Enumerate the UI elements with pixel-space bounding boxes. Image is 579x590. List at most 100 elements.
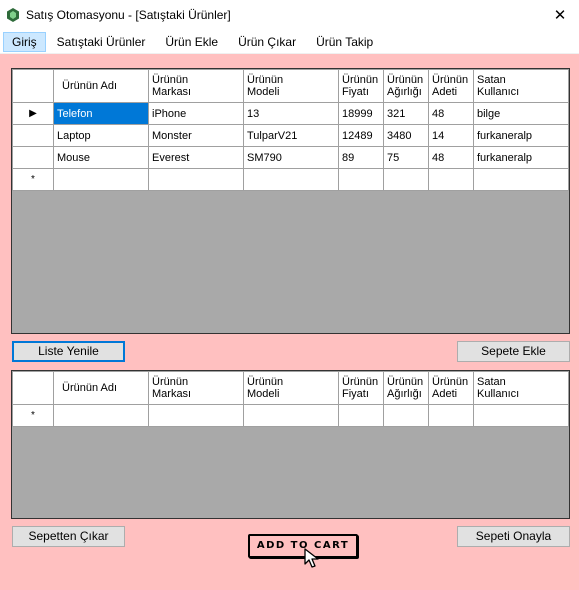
column-header-label: Satan xyxy=(477,376,506,388)
table-cell[interactable] xyxy=(53,404,149,427)
table-cell[interactable]: Laptop xyxy=(53,124,149,147)
table-cell[interactable]: bilge xyxy=(473,102,569,125)
column-header-name[interactable]: Ürünün Adı xyxy=(53,371,149,405)
cart-grid[interactable]: Ürünün Adı Ürünün Markası Ürünün Modeli Ür… xyxy=(11,370,570,519)
column-header-model[interactable]: Ürünün Modeli xyxy=(243,69,339,103)
column-header-price[interactable]: Ürünün Fiyatı xyxy=(338,371,384,405)
table-cell[interactable]: 12489 xyxy=(338,124,384,147)
add-to-cart-button[interactable]: Sepete Ekle xyxy=(457,341,570,362)
column-header-label: Fiyatı xyxy=(342,86,369,98)
column-header-label: Ürünün xyxy=(432,74,469,86)
column-header-count[interactable]: Ürünün Adeti xyxy=(428,69,474,103)
column-header-weight[interactable]: Ürünün Ağırlığı xyxy=(383,371,429,405)
menu-item-urun-cikar[interactable]: Ürün Çıkar xyxy=(229,32,305,52)
column-header-label: Satan xyxy=(477,74,506,86)
row-header[interactable] xyxy=(12,124,54,147)
table-row[interactable]: Laptop Monster TulparV21 12489 3480 14 f… xyxy=(12,124,569,147)
add-to-cart-image-button[interactable]: ADD TO CART xyxy=(248,534,358,574)
products-grid[interactable]: Ürünün Adı Ürünün Markası Ürünün Modeli Ür… xyxy=(11,68,570,334)
table-cell[interactable]: furkaneralp xyxy=(473,124,569,147)
column-header-brand[interactable]: Ürünün Markası xyxy=(148,371,244,405)
menu-bar: Giriş Satıştaki Ürünler Ürün Ekle Ürün Ç… xyxy=(0,30,579,54)
column-header-label: Ürünün xyxy=(342,376,379,388)
add-to-cart-image-label: ADD TO CART xyxy=(248,534,358,558)
column-header-label: Ürünün xyxy=(387,74,424,86)
new-row-marker[interactable]: * xyxy=(12,168,54,191)
cart-header-row: Ürünün Adı Ürünün Markası Ürünün Modeli Ür… xyxy=(12,371,569,405)
table-cell[interactable] xyxy=(148,404,244,427)
table-cell[interactable] xyxy=(383,168,429,191)
table-cell[interactable] xyxy=(428,168,474,191)
table-cell[interactable]: 48 xyxy=(428,102,474,125)
column-header-label: Ürünün xyxy=(247,376,284,388)
window-title: Satış Otomasyonu - [Satıştaki Ürünler] xyxy=(26,8,231,22)
table-cell[interactable]: 48 xyxy=(428,146,474,169)
table-cell[interactable]: Monster xyxy=(148,124,244,147)
column-header-label: Markası xyxy=(152,388,192,400)
table-row[interactable]: Mouse Everest SM790 89 75 48 furkaneralp xyxy=(12,146,569,169)
column-header-brand[interactable]: Ürünün Markası xyxy=(148,69,244,103)
table-row[interactable]: ▶ Telefon iPhone 13 18999 321 48 bilge xyxy=(12,102,569,125)
table-cell[interactable] xyxy=(473,168,569,191)
row-header[interactable] xyxy=(12,146,54,169)
table-cell[interactable] xyxy=(243,404,339,427)
column-header-label: Ürünün xyxy=(152,74,189,86)
table-cell[interactable] xyxy=(383,404,429,427)
products-header-row: Ürünün Adı Ürünün Markası Ürünün Modeli Ür… xyxy=(12,69,569,103)
table-cell[interactable] xyxy=(53,168,149,191)
table-cell[interactable] xyxy=(148,168,244,191)
column-header-label: Markası xyxy=(152,86,192,98)
column-header-model[interactable]: Ürünün Modeli xyxy=(243,371,339,405)
table-cell[interactable]: 18999 xyxy=(338,102,384,125)
table-cell[interactable]: SM790 xyxy=(243,146,339,169)
new-row[interactable]: * xyxy=(12,168,569,191)
menu-item-satistaki-urunler[interactable]: Satıştaki Ürünler xyxy=(48,32,155,52)
column-header-label: Ürünün xyxy=(387,376,424,388)
table-cell[interactable] xyxy=(428,404,474,427)
close-icon[interactable]: ✕ xyxy=(541,0,579,30)
table-cell[interactable]: 89 xyxy=(338,146,384,169)
column-header-label: Ağırlığı xyxy=(387,388,422,400)
table-cell[interactable]: Mouse xyxy=(53,146,149,169)
table-cell[interactable]: iPhone xyxy=(148,102,244,125)
menu-item-urun-ekle[interactable]: Ürün Ekle xyxy=(156,32,227,52)
table-cell[interactable] xyxy=(243,168,339,191)
column-header-label: Ürünün xyxy=(152,376,189,388)
current-row-indicator[interactable]: ▶ xyxy=(12,102,54,125)
new-row-marker[interactable]: * xyxy=(12,404,54,427)
table-cell[interactable]: 321 xyxy=(383,102,429,125)
remove-from-cart-button[interactable]: Sepetten Çıkar xyxy=(12,526,125,547)
table-cell[interactable] xyxy=(338,404,384,427)
table-cell[interactable]: 3480 xyxy=(383,124,429,147)
menu-item-giris[interactable]: Giriş xyxy=(3,31,46,52)
app-icon xyxy=(6,8,20,22)
menu-item-urun-takip[interactable]: Ürün Takip xyxy=(307,32,382,52)
column-header-seller[interactable]: Satan Kullanıcı xyxy=(473,371,569,405)
table-cell[interactable]: Everest xyxy=(148,146,244,169)
column-header-label: Adeti xyxy=(432,388,458,400)
title-bar: Satış Otomasyonu - [Satıştaki Ürünler] ✕ xyxy=(0,0,579,30)
table-cell[interactable]: furkaneralp xyxy=(473,146,569,169)
table-cell[interactable]: 14 xyxy=(428,124,474,147)
column-header-label: Fiyatı xyxy=(342,388,369,400)
table-cell[interactable]: TulparV21 xyxy=(243,124,339,147)
new-row[interactable]: * xyxy=(12,404,569,427)
table-cell[interactable]: 13 xyxy=(243,102,339,125)
table-cell[interactable] xyxy=(473,404,569,427)
table-cell[interactable]: 75 xyxy=(383,146,429,169)
column-header-label: Adeti xyxy=(432,86,458,98)
column-header-label: Ürünün xyxy=(432,376,469,388)
column-header-name[interactable]: Ürünün Adı xyxy=(53,69,149,103)
column-header-count[interactable]: Ürünün Adeti xyxy=(428,371,474,405)
confirm-cart-button[interactable]: Sepeti Onayla xyxy=(457,526,570,547)
column-header-label: Ürünün Adı xyxy=(62,382,118,394)
column-header-seller[interactable]: Satan Kullanıcı xyxy=(473,69,569,103)
column-header-label: Modeli xyxy=(247,388,280,400)
column-header-label: Kullanıcı xyxy=(477,388,520,400)
column-header-weight[interactable]: Ürünün Ağırlığı xyxy=(383,69,429,103)
table-cell[interactable]: Telefon xyxy=(53,102,149,125)
refresh-list-button[interactable]: Liste Yenile xyxy=(12,341,125,362)
table-cell[interactable] xyxy=(338,168,384,191)
column-header-price[interactable]: Ürünün Fiyatı xyxy=(338,69,384,103)
row-header-corner xyxy=(12,69,54,103)
